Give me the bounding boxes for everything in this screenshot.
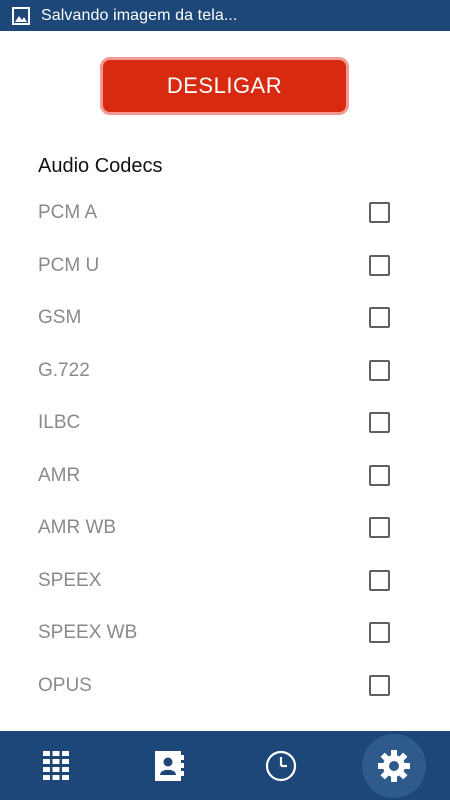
settings-icon — [377, 749, 410, 782]
contacts-icon — [154, 750, 184, 781]
codec-checkbox[interactable] — [369, 412, 390, 433]
bottom-navigation — [0, 731, 450, 800]
codec-row-ilbc[interactable]: ILBC — [0, 398, 450, 451]
codec-label: ILBC — [38, 412, 81, 433]
image-icon — [12, 6, 30, 25]
codec-row-speex[interactable]: SPEEX — [0, 556, 450, 609]
codec-label: GSM — [38, 307, 82, 328]
codec-list: PCM A PCM U GSM G.722 ILBC AMR AMR WB SP… — [0, 188, 450, 713]
codec-row-g722[interactable]: G.722 — [0, 346, 450, 399]
codec-checkbox[interactable] — [369, 359, 390, 381]
codec-row-speex-wb[interactable]: SPEEX WB — [0, 608, 450, 661]
codec-row-opus[interactable]: OPUS — [0, 661, 450, 714]
codec-checkbox[interactable] — [369, 254, 390, 276]
nav-history[interactable] — [225, 731, 338, 800]
codec-row-gsm[interactable]: GSM — [0, 293, 450, 346]
codec-label: AMR — [38, 464, 81, 486]
status-notification-text: Salvando imagem da tela... — [41, 6, 238, 24]
codec-label: OPUS — [38, 674, 92, 696]
codec-checkbox[interactable] — [369, 202, 390, 223]
codec-row-amr-wb[interactable]: AMR WB — [0, 503, 450, 556]
nav-contacts[interactable] — [113, 731, 226, 800]
codec-checkbox[interactable] — [369, 464, 390, 486]
codec-label: G.722 — [38, 359, 90, 381]
codec-row-amr[interactable]: AMR — [0, 451, 450, 504]
codec-label: PCM A — [38, 202, 98, 223]
codec-label: SPEEX WB — [38, 622, 138, 643]
codec-checkbox[interactable] — [369, 569, 390, 591]
codec-checkbox[interactable] — [369, 674, 390, 696]
dialpad-icon — [43, 750, 70, 780]
history-icon — [266, 750, 297, 781]
codec-label: AMR WB — [38, 517, 117, 538]
codec-checkbox[interactable] — [369, 622, 390, 643]
status-bar: Salvando imagem da tela... — [0, 0, 450, 31]
codec-row-pcm-u[interactable]: PCM U — [0, 241, 450, 294]
codec-label: SPEEX — [38, 569, 102, 591]
disconnect-button[interactable]: DESLIGAR — [100, 57, 349, 115]
codec-row-pcm-a[interactable]: PCM A — [0, 188, 450, 241]
audio-codecs-title: Audio Codecs — [38, 155, 163, 177]
codec-checkbox[interactable] — [369, 307, 390, 328]
nav-dialpad[interactable] — [0, 731, 113, 800]
nav-settings[interactable] — [338, 731, 450, 800]
codec-label: PCM U — [38, 254, 100, 276]
codec-checkbox[interactable] — [369, 517, 390, 538]
